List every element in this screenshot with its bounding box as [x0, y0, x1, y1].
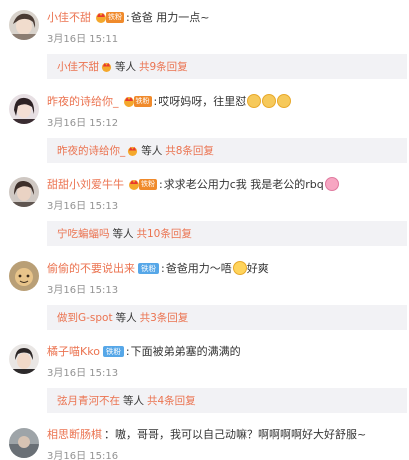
reply-summary[interactable]: 弦月青河不在 等人 共4条回复	[47, 388, 407, 413]
fan-badge-label: 铁粉	[102, 345, 124, 357]
timestamp: 3月16日 15:16	[47, 451, 119, 460]
avatar[interactable]	[9, 428, 39, 458]
timestamp: 3月16日 15:12	[47, 118, 119, 129]
cat-face-emoji-icon	[262, 94, 277, 108]
reply-summary[interactable]: 小佳不甜 等人 共9条回复	[47, 54, 407, 79]
reply-count-link[interactable]: 共10条回复	[137, 226, 192, 241]
reply-username[interactable]: 宁吃蝙蝠吗	[57, 226, 110, 241]
username[interactable]: 甜甜小刘爱牛牛	[47, 176, 124, 192]
fan-badge-label: 铁粉	[106, 11, 124, 23]
fan-badge: 铁粉	[138, 262, 159, 274]
reply-count-link[interactable]: 共3条回复	[140, 310, 189, 325]
username[interactable]: 橘子喵Kko	[47, 343, 100, 359]
reply-etc: 等人	[112, 228, 134, 240]
reply-etc: 等人	[115, 312, 137, 324]
fan-badge: 铁粉	[95, 11, 124, 23]
reply-username[interactable]: 小佳不甜	[57, 59, 99, 74]
avatar[interactable]	[9, 10, 39, 40]
crown-icon	[123, 95, 135, 107]
reply-username[interactable]: 昨夜的诗给你_	[57, 143, 125, 158]
pig-face-emoji-icon	[324, 177, 339, 191]
fan-badge: 铁粉	[123, 95, 152, 107]
crown-icon	[127, 145, 138, 156]
comment-text-tail: 好爽	[246, 262, 269, 275]
reply-count-link[interactable]: 共4条回复	[147, 393, 196, 408]
cat-face-emoji-icon	[247, 94, 262, 108]
fan-badge: 铁粉	[102, 345, 124, 357]
reply-count-link[interactable]: 共9条回复	[139, 59, 188, 74]
timestamp: 3月16日 15:13	[47, 285, 119, 296]
username[interactable]: 昨夜的诗给你_	[47, 93, 119, 109]
reply-etc: 等人	[141, 145, 163, 157]
fan-badge-label: 铁粉	[138, 262, 159, 274]
reply-count-link[interactable]: 共8条回复	[165, 143, 214, 158]
reply-summary[interactable]: 宁吃蝙蝠吗 等人 共10条回复	[47, 221, 407, 246]
comment-text: 求求老公用力c我 我是老公的rbq	[163, 178, 324, 191]
comment-text: 爸爸用力～唔	[165, 262, 232, 275]
timestamp: 3月16日 15:11	[47, 34, 119, 45]
comment-text: 爸爸 用力一点~	[130, 11, 210, 24]
crown-icon	[95, 11, 107, 23]
crown-icon	[128, 178, 140, 190]
comment-text: 哎呀妈呀，往里怼	[158, 95, 247, 108]
avatar[interactable]	[9, 344, 39, 374]
fan-badge-label: 铁粉	[139, 178, 157, 190]
comment-text: ：嗷，哥哥，我可以自己动嘛？啊啊啊啊好大好舒服~	[104, 428, 367, 441]
timestamp: 3月16日 15:13	[47, 201, 119, 212]
avatar[interactable]	[9, 177, 39, 207]
crown-icon	[101, 61, 112, 72]
reply-etc: 等人	[123, 395, 144, 407]
reply-username[interactable]: 做到G-spot	[57, 310, 113, 325]
blush-emoji-icon	[232, 261, 247, 275]
comment-text: 下面被弟弟塞的满满的	[130, 345, 241, 358]
fan-badge-label: 铁粉	[133, 95, 152, 107]
reply-summary[interactable]: 昨夜的诗给你_ 等人 共8条回复	[47, 138, 407, 163]
reply-etc: 等人	[115, 61, 136, 73]
cat-face-emoji-icon	[277, 94, 292, 108]
comment-feed: 小佳不甜 铁粉 : 爸爸 用力一点~ 3月16日 15:11 小佳不甜 等人 共…	[0, 0, 409, 460]
reply-summary[interactable]: 做到G-spot 等人 共3条回复	[47, 305, 407, 330]
username[interactable]: 相思断肠棋	[47, 426, 102, 442]
avatar[interactable]	[9, 94, 39, 124]
timestamp: 3月16日 15:13	[47, 368, 119, 379]
fan-badge: 铁粉	[128, 178, 157, 190]
username[interactable]: 小佳不甜	[47, 9, 91, 25]
username[interactable]: 偷偷的不要说出来	[47, 260, 135, 276]
reply-username[interactable]: 弦月青河不在	[57, 393, 120, 408]
avatar[interactable]	[9, 261, 39, 291]
